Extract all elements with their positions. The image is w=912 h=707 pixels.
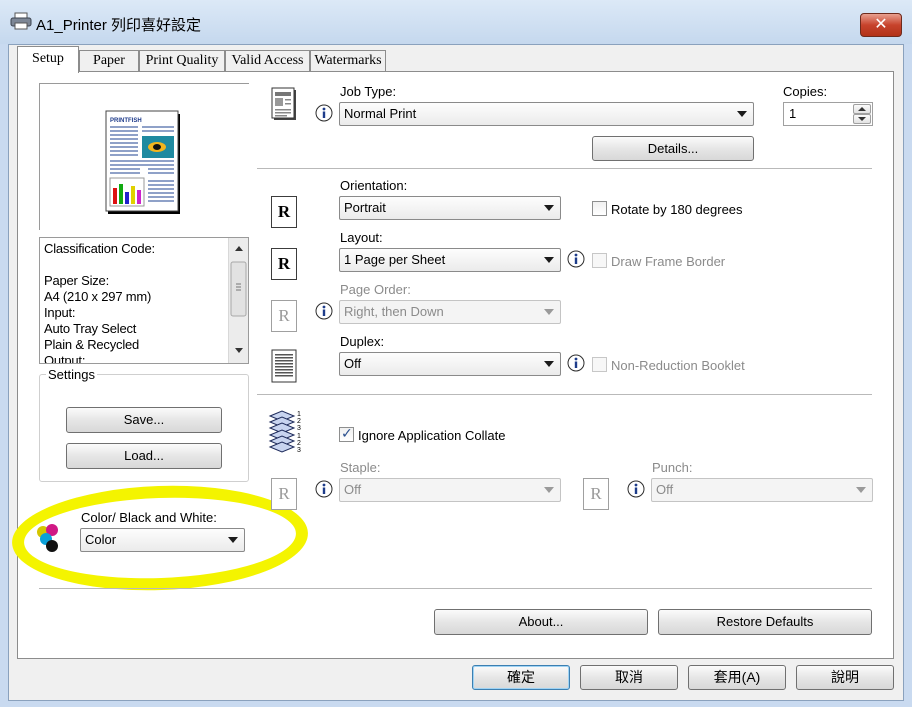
draw-frame-border-checkbox[interactable] [592,253,607,268]
copies-label: Copies: [783,84,828,99]
svg-text:2: 2 [297,418,301,425]
tab-watermarks[interactable]: Watermarks [310,50,386,72]
non-reduction-booklet-label: Non-Reduction Booklet [611,358,745,373]
info-icon[interactable] [315,302,333,320]
staple-value: Off [344,482,362,497]
scroll-up-icon [235,246,243,251]
chevron-down-icon [544,309,554,315]
chevron-down-icon [544,205,554,211]
chevron-down-icon [544,487,554,493]
spin-up-icon[interactable] [853,104,871,114]
info-line: A4 (210 x 297 mm) [44,289,152,304]
tab-valid-access[interactable]: Valid Access [225,50,310,72]
svg-text:3: 3 [297,447,301,454]
job-type-label: Job Type: [340,84,397,99]
close-button[interactable]: ✕ [860,13,902,37]
non-reduction-booklet-checkbox[interactable] [592,357,607,372]
staple-label: Staple: [340,460,381,475]
document-icon [270,86,298,122]
job-type-select[interactable]: Normal Print [339,102,754,126]
collate-stack-icon: 123 123 [268,408,304,454]
info-line: Input: [44,305,76,320]
tab-setup[interactable]: Setup [17,46,79,73]
duplex-select[interactable]: Off [339,352,561,376]
page-order-value: Right, then Down [344,304,444,319]
page-order-icon: R [271,300,297,332]
info-icon[interactable] [567,250,585,268]
ignore-collate-checkbox[interactable]: ✓ [339,425,354,442]
chevron-down-icon [544,361,554,367]
svg-text:2: 2 [297,440,301,447]
info-scrollbar[interactable] [228,238,248,363]
info-line: Plain & Recycled [44,337,140,352]
divider [257,168,872,169]
ignore-collate-label: Ignore Application Collate [358,428,506,443]
page-preview: PRINTFISH [39,83,249,230]
divider [39,588,872,589]
punch-label: Punch: [652,460,693,475]
apply-button[interactable]: 套用(A) [688,665,786,690]
layout-value: 1 Page per Sheet [344,252,446,267]
details-button[interactable]: Details... [592,136,754,161]
orientation-icon: R [271,196,297,228]
layout-icon: R [271,248,297,280]
chevron-down-icon [737,111,747,117]
settings-group-label: Settings [46,367,97,382]
help-button[interactable]: 說明 [796,665,894,690]
page-order-select[interactable]: Right, then Down [339,300,561,324]
orientation-value: Portrait [344,200,386,215]
info-line: Paper Size: [44,273,110,288]
scroll-thumb [230,261,247,317]
info-line: Output: [44,353,86,364]
staple-select[interactable]: Off [339,478,561,502]
printer-icon [10,12,32,30]
orientation-select[interactable]: Portrait [339,196,561,220]
copies-stepper[interactable]: 1 [783,102,873,126]
copies-value: 1 [789,106,797,121]
info-icon[interactable] [567,354,585,372]
chevron-down-icon [544,257,554,263]
staple-icon: R [271,478,297,510]
cancel-button[interactable]: 取消 [580,665,678,690]
window-title: A1_Printer 列印喜好設定 [36,17,202,34]
check-mark-icon: ✓ [341,425,353,441]
tab-print-quality[interactable]: Print Quality [139,50,225,72]
duplex-icon [271,348,299,384]
info-line: Classification Code: [44,241,155,256]
svg-text:1: 1 [297,433,301,440]
duplex-label: Duplex: [340,334,385,349]
ok-button[interactable]: 確定 [472,665,570,690]
rotate-180-label: Rotate by 180 degrees [611,202,743,217]
info-line: Auto Tray Select [44,321,137,336]
load-button[interactable]: Load... [66,443,222,469]
punch-value: Off [656,482,674,497]
duplex-value: Off [344,356,362,371]
about-button[interactable]: About... [434,609,648,635]
orientation-label: Orientation: [340,178,408,193]
spin-down-icon[interactable] [853,114,871,124]
draw-frame-border-label: Draw Frame Border [611,254,726,269]
rotate-180-checkbox[interactable] [592,201,607,216]
punch-icon: R [583,478,609,510]
info-icon[interactable] [315,104,333,122]
punch-select[interactable]: Off [651,478,873,502]
tab-paper[interactable]: Paper [79,50,139,72]
page-order-label: Page Order: [340,282,411,297]
save-button[interactable]: Save... [66,407,222,433]
preview-brand: PRINTFISH [110,118,142,124]
restore-defaults-button[interactable]: Restore Defaults [658,609,872,635]
svg-text:1: 1 [297,411,301,418]
divider [257,394,872,395]
info-icon[interactable] [627,480,645,498]
chevron-down-icon [856,487,866,493]
svg-text:3: 3 [297,425,301,432]
layout-select[interactable]: 1 Page per Sheet [339,248,561,272]
status-info-list[interactable]: Classification Code: Paper Size: A4 (210… [39,237,249,364]
info-icon[interactable] [315,480,333,498]
scroll-down-icon [235,348,243,353]
layout-label: Layout: [340,230,383,245]
job-type-value: Normal Print [344,106,417,121]
